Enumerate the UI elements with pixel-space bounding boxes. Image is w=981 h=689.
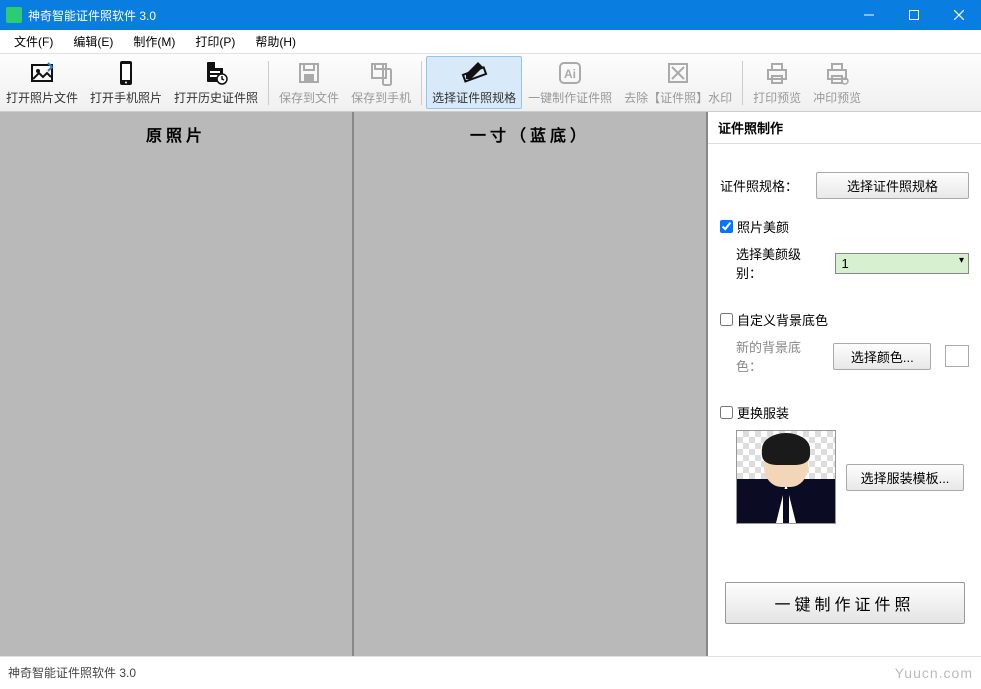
remove-watermark-button[interactable]: 去除【证件照】水印 xyxy=(618,54,738,111)
open-file-button[interactable]: 打开照片文件 xyxy=(0,54,84,111)
toolbar-separator xyxy=(268,61,269,105)
window-title: 神奇智能证件照软件 3.0 xyxy=(28,7,846,24)
original-photo-title: 原照片 xyxy=(0,112,352,156)
beauty-level-select[interactable]: 1 xyxy=(835,253,969,274)
ruler-pencil-icon xyxy=(460,59,488,87)
open-history-button[interactable]: 打开历史证件照 xyxy=(168,54,264,111)
new-bg-label: 新的背景底色： xyxy=(736,337,825,375)
history-icon xyxy=(202,59,230,87)
app-icon xyxy=(6,7,22,23)
close-icon xyxy=(954,10,964,20)
menu-help[interactable]: 帮助(H) xyxy=(245,30,306,53)
develop-preview-button[interactable]: 冲印预览 xyxy=(807,54,867,111)
spec-label: 证件照规格： xyxy=(720,176,798,195)
menubar: 文件(F) 编辑(E) 制作(M) 打印(P) 帮助(H) xyxy=(0,30,981,54)
clothes-template-button[interactable]: 选择服装模板... xyxy=(846,464,964,491)
content-area: 原照片 一寸（蓝底） 证件照制作 证件照规格： 选择证件照规格 照片美颜 选择美… xyxy=(0,112,981,656)
svg-text:Ai: Ai xyxy=(564,67,576,81)
open-file-icon xyxy=(28,59,56,87)
beauty-label: 照片美颜 xyxy=(737,217,789,236)
one-click-make-button[interactable]: Ai 一键制作证件照 xyxy=(522,54,618,111)
phone-icon xyxy=(112,59,140,87)
sidepanel-title: 证件照制作 xyxy=(708,112,981,144)
menu-file[interactable]: 文件(F) xyxy=(4,30,63,53)
ai-icon: Ai xyxy=(556,59,584,87)
change-clothes-label: 更换服装 xyxy=(737,403,789,422)
minimize-button[interactable] xyxy=(846,0,891,30)
change-clothes-checkbox[interactable] xyxy=(720,406,733,419)
save-file-label: 保存到文件 xyxy=(279,89,339,106)
custom-bg-checkbox[interactable] xyxy=(720,313,733,326)
tie xyxy=(783,489,789,523)
beauty-level-label: 选择美颜级别： xyxy=(736,244,827,282)
toolbar-separator xyxy=(421,61,422,105)
maximize-button[interactable] xyxy=(891,0,936,30)
hair xyxy=(762,433,810,465)
print-preview-button[interactable]: 打印预览 xyxy=(747,54,807,111)
open-phone-button[interactable]: 打开手机照片 xyxy=(84,54,168,111)
save-file-icon xyxy=(295,59,323,87)
watermark-text: Yuucn.com xyxy=(895,665,973,681)
statusbar: 神奇智能证件照软件 3.0 Yuucn.com xyxy=(0,656,981,688)
open-phone-label: 打开手机照片 xyxy=(90,89,162,106)
select-spec-side-button[interactable]: 选择证件照规格 xyxy=(816,172,969,199)
close-button[interactable] xyxy=(936,0,981,30)
develop-icon xyxy=(823,59,851,87)
beauty-checkbox[interactable] xyxy=(720,220,733,233)
remove-watermark-icon xyxy=(664,59,692,87)
bg-color-swatch[interactable] xyxy=(945,345,969,367)
save-phone-icon xyxy=(367,59,395,87)
save-to-phone-button[interactable]: 保存到手机 xyxy=(345,54,417,111)
original-photo-panel: 原照片 xyxy=(0,112,352,656)
result-photo-panel: 一寸（蓝底） xyxy=(352,112,708,656)
printer-icon xyxy=(763,59,791,87)
minimize-icon xyxy=(864,10,874,20)
one-click-make-big-button[interactable]: 一键制作证件照 xyxy=(725,582,965,624)
pick-color-button[interactable]: 选择颜色... xyxy=(833,343,931,370)
remove-watermark-label: 去除【证件照】水印 xyxy=(624,89,732,106)
result-photo-title: 一寸（蓝底） xyxy=(354,112,706,156)
maximize-icon xyxy=(909,10,919,20)
menu-edit[interactable]: 编辑(E) xyxy=(63,30,123,53)
clothing-preview xyxy=(736,430,836,524)
one-click-label: 一键制作证件照 xyxy=(528,89,612,106)
window-titlebar: 神奇智能证件照软件 3.0 xyxy=(0,0,981,30)
menu-make[interactable]: 制作(M) xyxy=(123,30,185,53)
beauty-level-value: 1 xyxy=(842,256,849,271)
settings-sidepanel: 证件照制作 证件照规格： 选择证件照规格 照片美颜 选择美颜级别： 1 自定义背… xyxy=(708,112,981,656)
print-preview-label: 打印预览 xyxy=(753,89,801,106)
toolbar: 打开照片文件 打开手机照片 打开历史证件照 保存到文件 保存到手机 选择证件照规… xyxy=(0,54,981,112)
select-spec-button[interactable]: 选择证件照规格 xyxy=(426,56,522,109)
open-history-label: 打开历史证件照 xyxy=(174,89,258,106)
statusbar-text: 神奇智能证件照软件 3.0 xyxy=(8,664,136,681)
open-file-label: 打开照片文件 xyxy=(6,89,78,106)
window-controls xyxy=(846,0,981,30)
save-phone-label: 保存到手机 xyxy=(351,89,411,106)
develop-preview-label: 冲印预览 xyxy=(813,89,861,106)
save-to-file-button[interactable]: 保存到文件 xyxy=(273,54,345,111)
custom-bg-label: 自定义背景底色 xyxy=(737,310,828,329)
select-spec-label: 选择证件照规格 xyxy=(432,89,516,106)
toolbar-separator xyxy=(742,61,743,105)
menu-print[interactable]: 打印(P) xyxy=(185,30,245,53)
